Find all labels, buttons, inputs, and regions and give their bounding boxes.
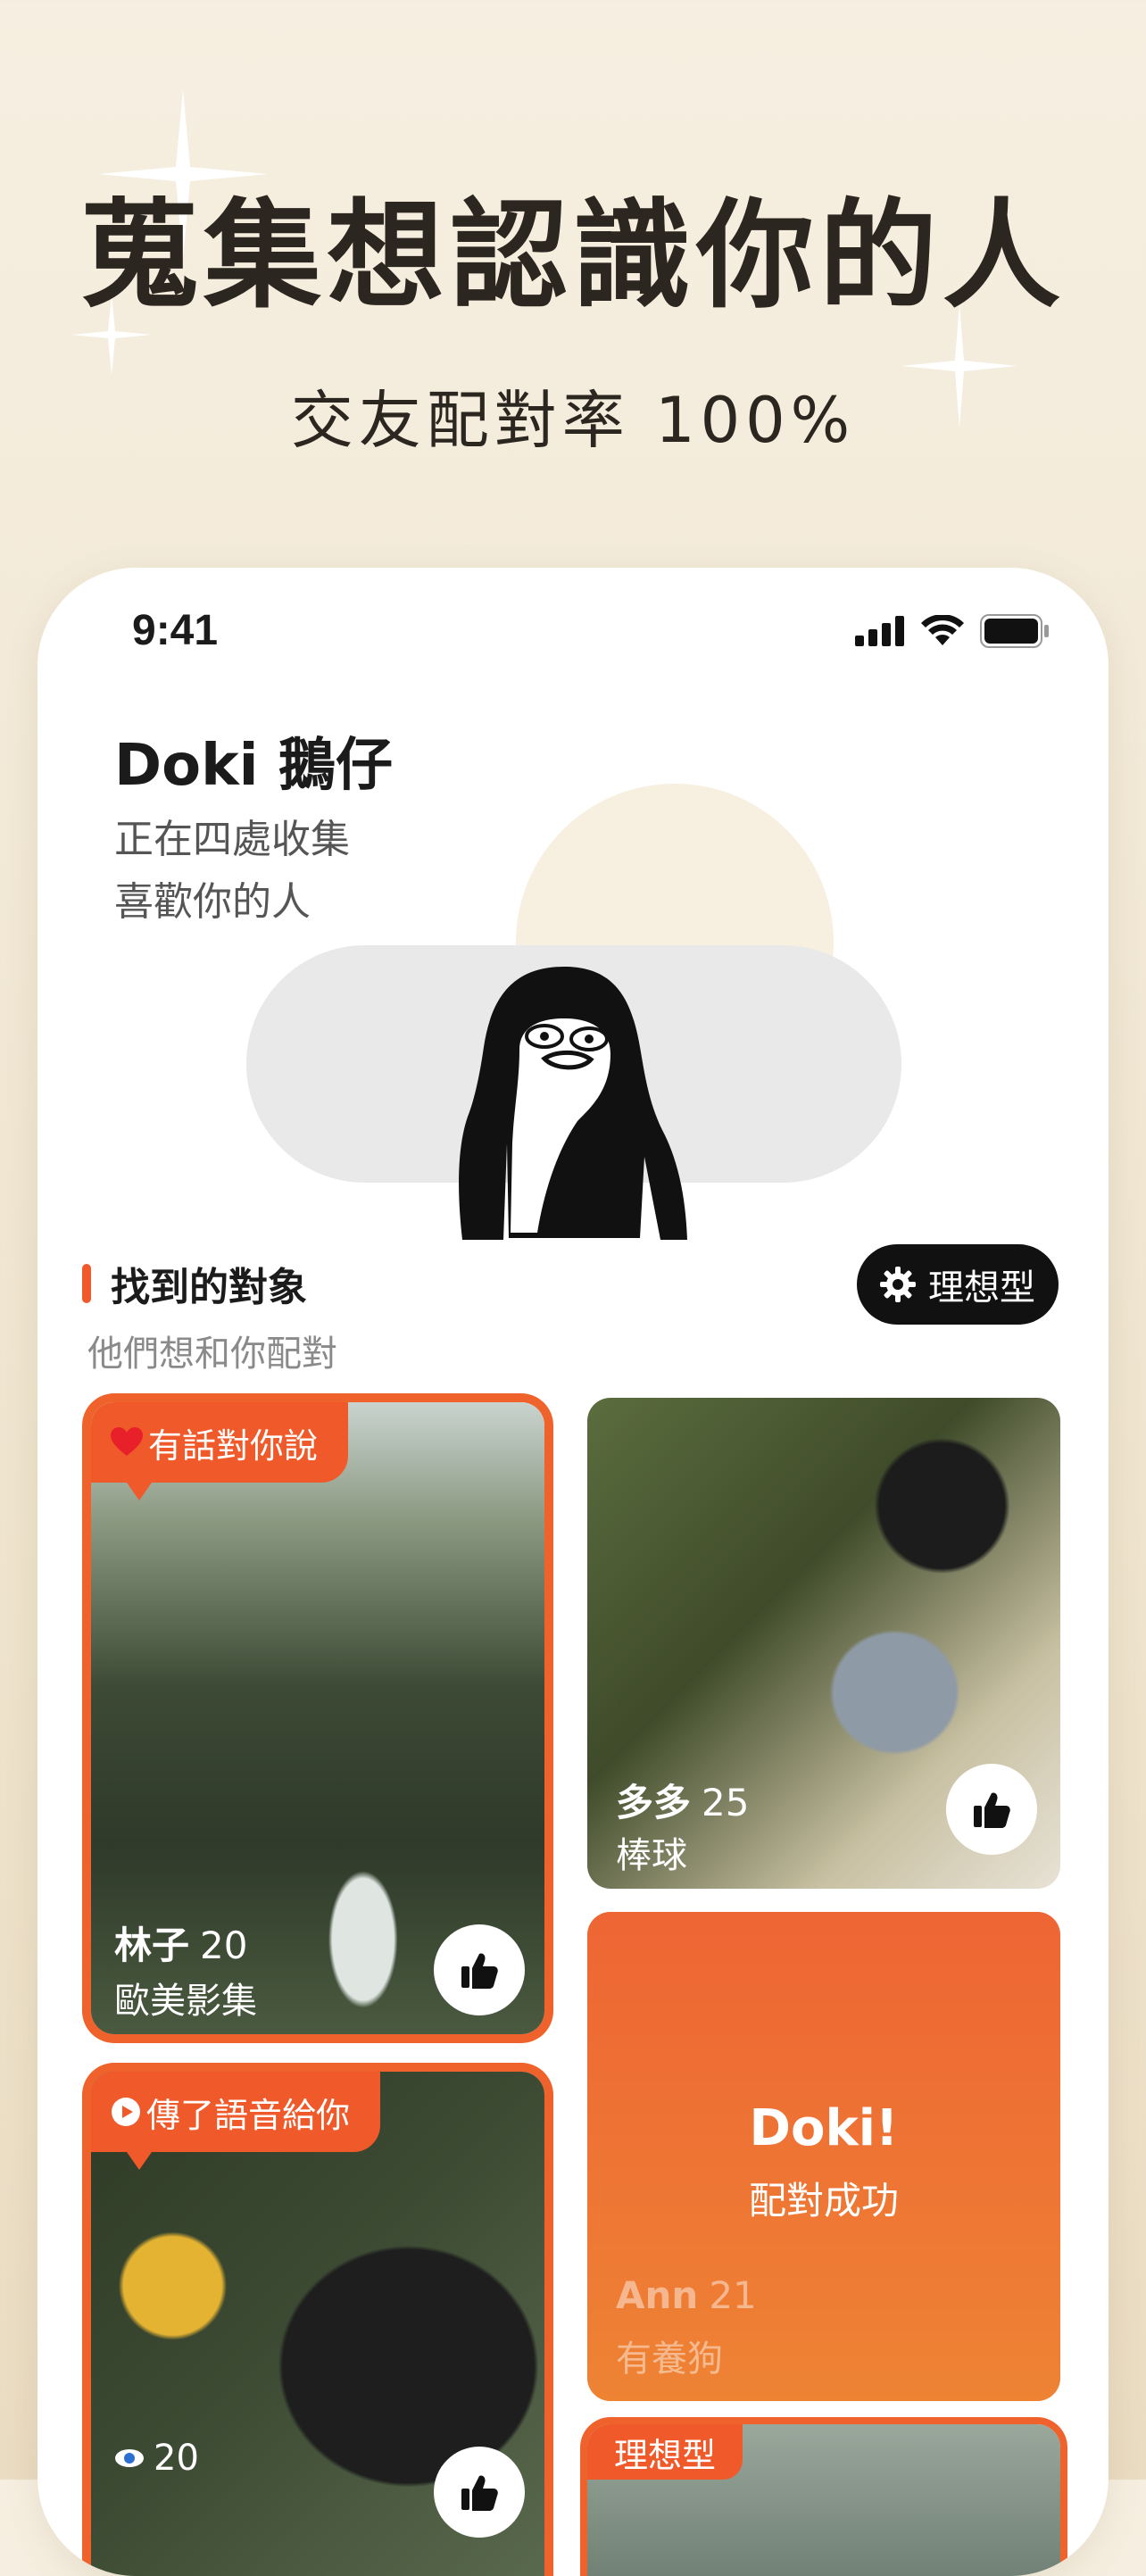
bubble-tail xyxy=(127,2152,152,2170)
card-interest: 有養狗 xyxy=(616,2339,723,2380)
thumbs-up-icon xyxy=(974,1792,1010,1828)
signal-icon xyxy=(855,616,904,646)
name-text: 多多 xyxy=(616,1781,692,1824)
view-count: 20 xyxy=(114,2438,199,2479)
like-button[interactable] xyxy=(434,1924,525,2015)
age-text: 20 xyxy=(200,1924,248,1967)
match-card[interactable]: 有話對你說 林子 20 歐美影集 xyxy=(91,1402,544,2034)
like-button[interactable] xyxy=(946,1764,1037,1855)
heart-icon xyxy=(111,1427,143,1456)
battery-icon xyxy=(980,614,1049,648)
match-card[interactable]: 多多 25 棒球 xyxy=(587,1398,1060,1889)
ideal-type-button[interactable]: 理想型 xyxy=(857,1244,1059,1325)
match-title: Doki! xyxy=(749,2099,899,2157)
bubble-tail xyxy=(127,1483,152,1500)
section-accent-bar xyxy=(82,1264,91,1303)
match-card[interactable]: 理想型 xyxy=(587,2424,1060,2576)
wifi-icon xyxy=(921,615,964,645)
section-title: 找到的對象 xyxy=(111,1265,307,1310)
age-text: 25 xyxy=(702,1781,750,1824)
match-success-card[interactable]: Doki! 配對成功 Ann 21 有養狗 xyxy=(587,1912,1060,2401)
voice-message-bubble: 傳了語音給你 xyxy=(91,2072,381,2152)
thumbs-up-icon xyxy=(461,2475,498,2511)
hero-subtitle: 交友配對率 100% xyxy=(290,384,856,457)
eye-icon xyxy=(115,2449,144,2467)
hero-title: 蒐集想認識你的人 xyxy=(80,187,1066,325)
tagline-line-2: 喜歡你的人 xyxy=(114,879,311,925)
views-text: 20 xyxy=(154,2438,199,2479)
ideal-type-tag: 理想型 xyxy=(587,2424,743,2480)
card-name: Ann 21 xyxy=(616,2273,757,2317)
status-time: 9:41 xyxy=(132,607,219,654)
profile-name: Doki 鵝仔 xyxy=(114,733,393,799)
gear-icon xyxy=(880,1267,916,1302)
card-interest: 棒球 xyxy=(616,1835,687,1876)
ideal-type-label: 理想型 xyxy=(928,1267,1035,1309)
message-bubble: 有話對你說 xyxy=(91,1402,349,1483)
section-subtitle: 他們想和你配對 xyxy=(87,1334,337,1375)
name-text: Ann xyxy=(616,2273,699,2317)
profile-tagline: 正在四處收集 喜歡你的人 xyxy=(114,809,561,934)
tagline-line-1: 正在四處收集 xyxy=(114,817,350,862)
card-name: 林子 20 xyxy=(114,1915,247,1970)
thumbs-up-icon xyxy=(461,1953,498,1989)
penguin-mascot xyxy=(459,967,687,1240)
bubble-text: 傳了語音給你 xyxy=(146,2095,351,2135)
bubble-text: 有話對你說 xyxy=(148,1425,319,1466)
match-subtitle: 配對成功 xyxy=(748,2179,899,2223)
age-text: 21 xyxy=(709,2273,757,2317)
card-interest: 歐美影集 xyxy=(114,1981,257,2022)
status-icons xyxy=(855,614,1050,648)
like-button[interactable] xyxy=(434,2447,525,2538)
card-name: 多多 25 xyxy=(616,1773,749,1827)
name-text: 林子 xyxy=(114,1924,190,1967)
play-icon xyxy=(112,2098,140,2126)
phone-frame: 9:41 Doki 鵝仔 正在四處收集 喜歡你的人 找到的對象 他們想和你配對 … xyxy=(37,568,1109,2576)
match-card[interactable]: 傳了語音給你 20 xyxy=(91,2072,544,2576)
